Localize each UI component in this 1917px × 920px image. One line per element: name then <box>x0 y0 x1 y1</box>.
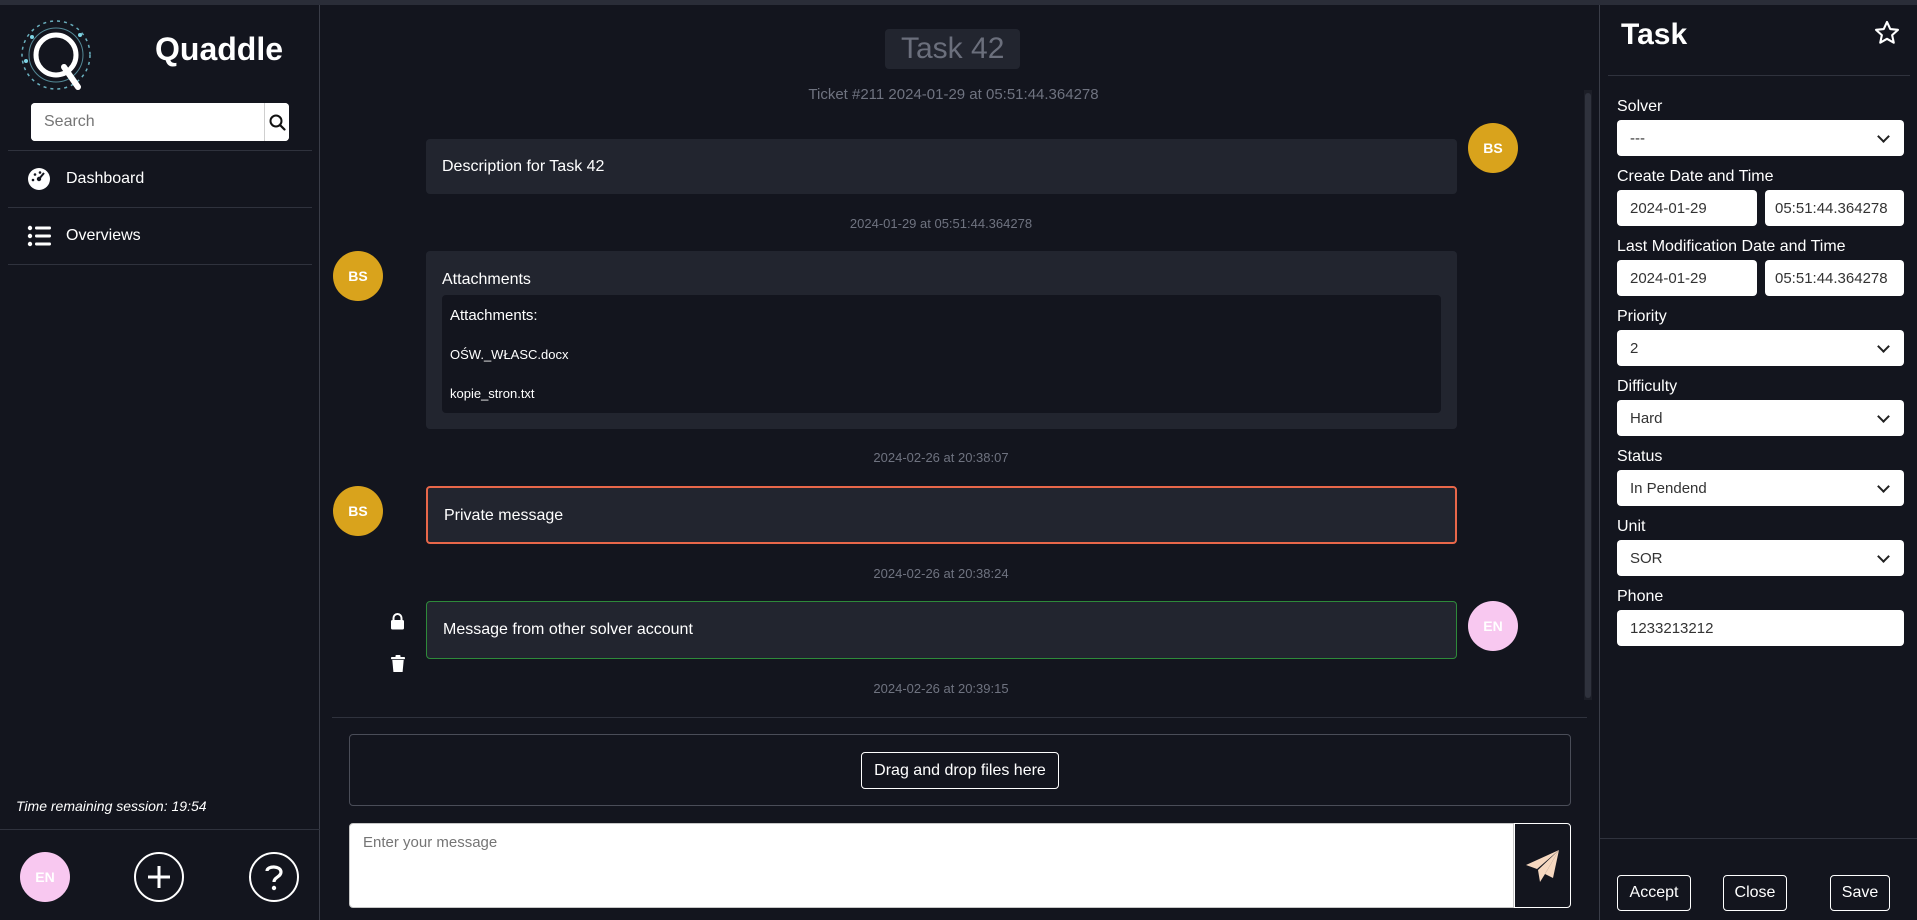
attachment-link[interactable]: OŚW._WŁASC.docx <box>450 347 568 362</box>
plus-icon <box>148 866 170 888</box>
help-button[interactable] <box>249 852 299 902</box>
sidebar-footer-divider <box>0 829 320 830</box>
question-icon <box>265 865 283 891</box>
search-button[interactable] <box>264 103 289 141</box>
close-button[interactable]: Close <box>1723 875 1787 911</box>
unit-label: Unit <box>1617 518 1646 535</box>
difficulty-label: Difficulty <box>1617 378 1678 395</box>
author-avatar: BS <box>333 251 383 301</box>
sidebar-item-label: Overviews <box>66 227 141 244</box>
add-button[interactable] <box>134 852 184 902</box>
priority-select[interactable]: 2 <box>1617 330 1904 366</box>
message-timestamp: 2024-01-29 at 05:51:44.364278 <box>849 216 1033 231</box>
difficulty-select[interactable]: Hard <box>1617 400 1904 436</box>
attachment-link[interactable]: kopie_stron.txt <box>450 386 535 401</box>
session-timer: Time remaining session: 19:54 <box>16 798 207 814</box>
status-select[interactable]: In Pendend <box>1617 470 1904 506</box>
sidebar-item-overviews[interactable]: Overviews <box>8 208 312 264</box>
author-avatar: BS <box>333 486 383 536</box>
attachments-box: Attachments: OŚW._WŁASC.docx kopie_stron… <box>442 295 1441 413</box>
unit-select[interactable]: SOR <box>1617 540 1904 576</box>
message-text: Description for Task 42 <box>442 158 605 175</box>
send-icon <box>1525 849 1559 882</box>
gauge-icon <box>27 167 51 191</box>
quaddle-logo[interactable] <box>14 17 94 95</box>
brand-name: Quaddle <box>155 31 284 67</box>
user-avatar[interactable]: EN <box>20 852 70 902</box>
message-timestamp: 2024-02-26 at 20:38:24 <box>873 566 1009 581</box>
sidebar: Quaddle Dashboard <box>0 5 320 920</box>
chat-divider <box>332 717 1587 718</box>
modified-datetime-label: Last Modification Date and Time <box>1617 238 1846 255</box>
message-timestamp: 2024-02-26 at 20:39:15 <box>873 681 1009 696</box>
create-datetime-label: Create Date and Time <box>1617 168 1774 185</box>
chat-scrollbar-thumb[interactable] <box>1585 93 1591 698</box>
message-bubble: Description for Task 42 <box>426 139 1457 194</box>
modified-date-field[interactable]: 2024-01-29 <box>1617 260 1757 296</box>
create-time-field[interactable]: 05:51:44.364278 <box>1765 190 1904 226</box>
private-message-bubble: Private message <box>426 486 1457 544</box>
task-panel: Task Solver --- Create Date and Time 202… <box>1599 5 1917 920</box>
panel-divider <box>1608 75 1910 76</box>
search-input[interactable] <box>31 103 264 141</box>
message-bubble: Attachments Attachments: OŚW._WŁASC.docx… <box>426 251 1457 429</box>
phone-label: Phone <box>1617 588 1664 605</box>
list-icon <box>27 224 51 248</box>
status-label: Status <box>1617 448 1663 465</box>
accept-button[interactable]: Accept <box>1617 875 1691 911</box>
solver-label: Solver <box>1617 98 1663 115</box>
author-avatar: BS <box>1468 123 1518 173</box>
panel-title: Task <box>1621 18 1688 51</box>
search-box <box>31 103 289 141</box>
panel-footer-divider <box>1600 838 1917 839</box>
message-input[interactable] <box>349 823 1514 908</box>
modified-time-field[interactable]: 05:51:44.364278 <box>1765 260 1904 296</box>
message-text: Private message <box>444 507 564 524</box>
sidebar-item-dashboard[interactable]: Dashboard <box>8 151 312 207</box>
nav-divider <box>8 264 312 265</box>
search-icon <box>269 114 286 131</box>
send-button[interactable] <box>1514 823 1571 908</box>
sidebar-item-label: Dashboard <box>66 170 145 187</box>
create-date-field[interactable]: 2024-01-29 <box>1617 190 1757 226</box>
solver-select[interactable]: --- <box>1617 120 1904 156</box>
save-button[interactable]: Save <box>1830 875 1890 911</box>
message-title: Attachments <box>442 271 531 288</box>
lock-icon[interactable] <box>390 613 405 635</box>
star-icon[interactable] <box>1873 19 1901 47</box>
message-text: Message from other solver account <box>443 621 693 638</box>
phone-field[interactable]: 1233213212 <box>1617 610 1904 646</box>
message-bubble: Message from other solver account <box>426 601 1457 659</box>
author-avatar: EN <box>1468 601 1518 651</box>
task-title: Task 42 <box>885 29 1021 69</box>
dropzone-button[interactable]: Drag and drop files here <box>861 752 1059 789</box>
trash-icon[interactable] <box>391 655 405 677</box>
message-timestamp: 2024-02-26 at 20:38:07 <box>873 450 1009 465</box>
attachments-label: Attachments: <box>450 307 538 324</box>
priority-label: Priority <box>1617 308 1667 325</box>
